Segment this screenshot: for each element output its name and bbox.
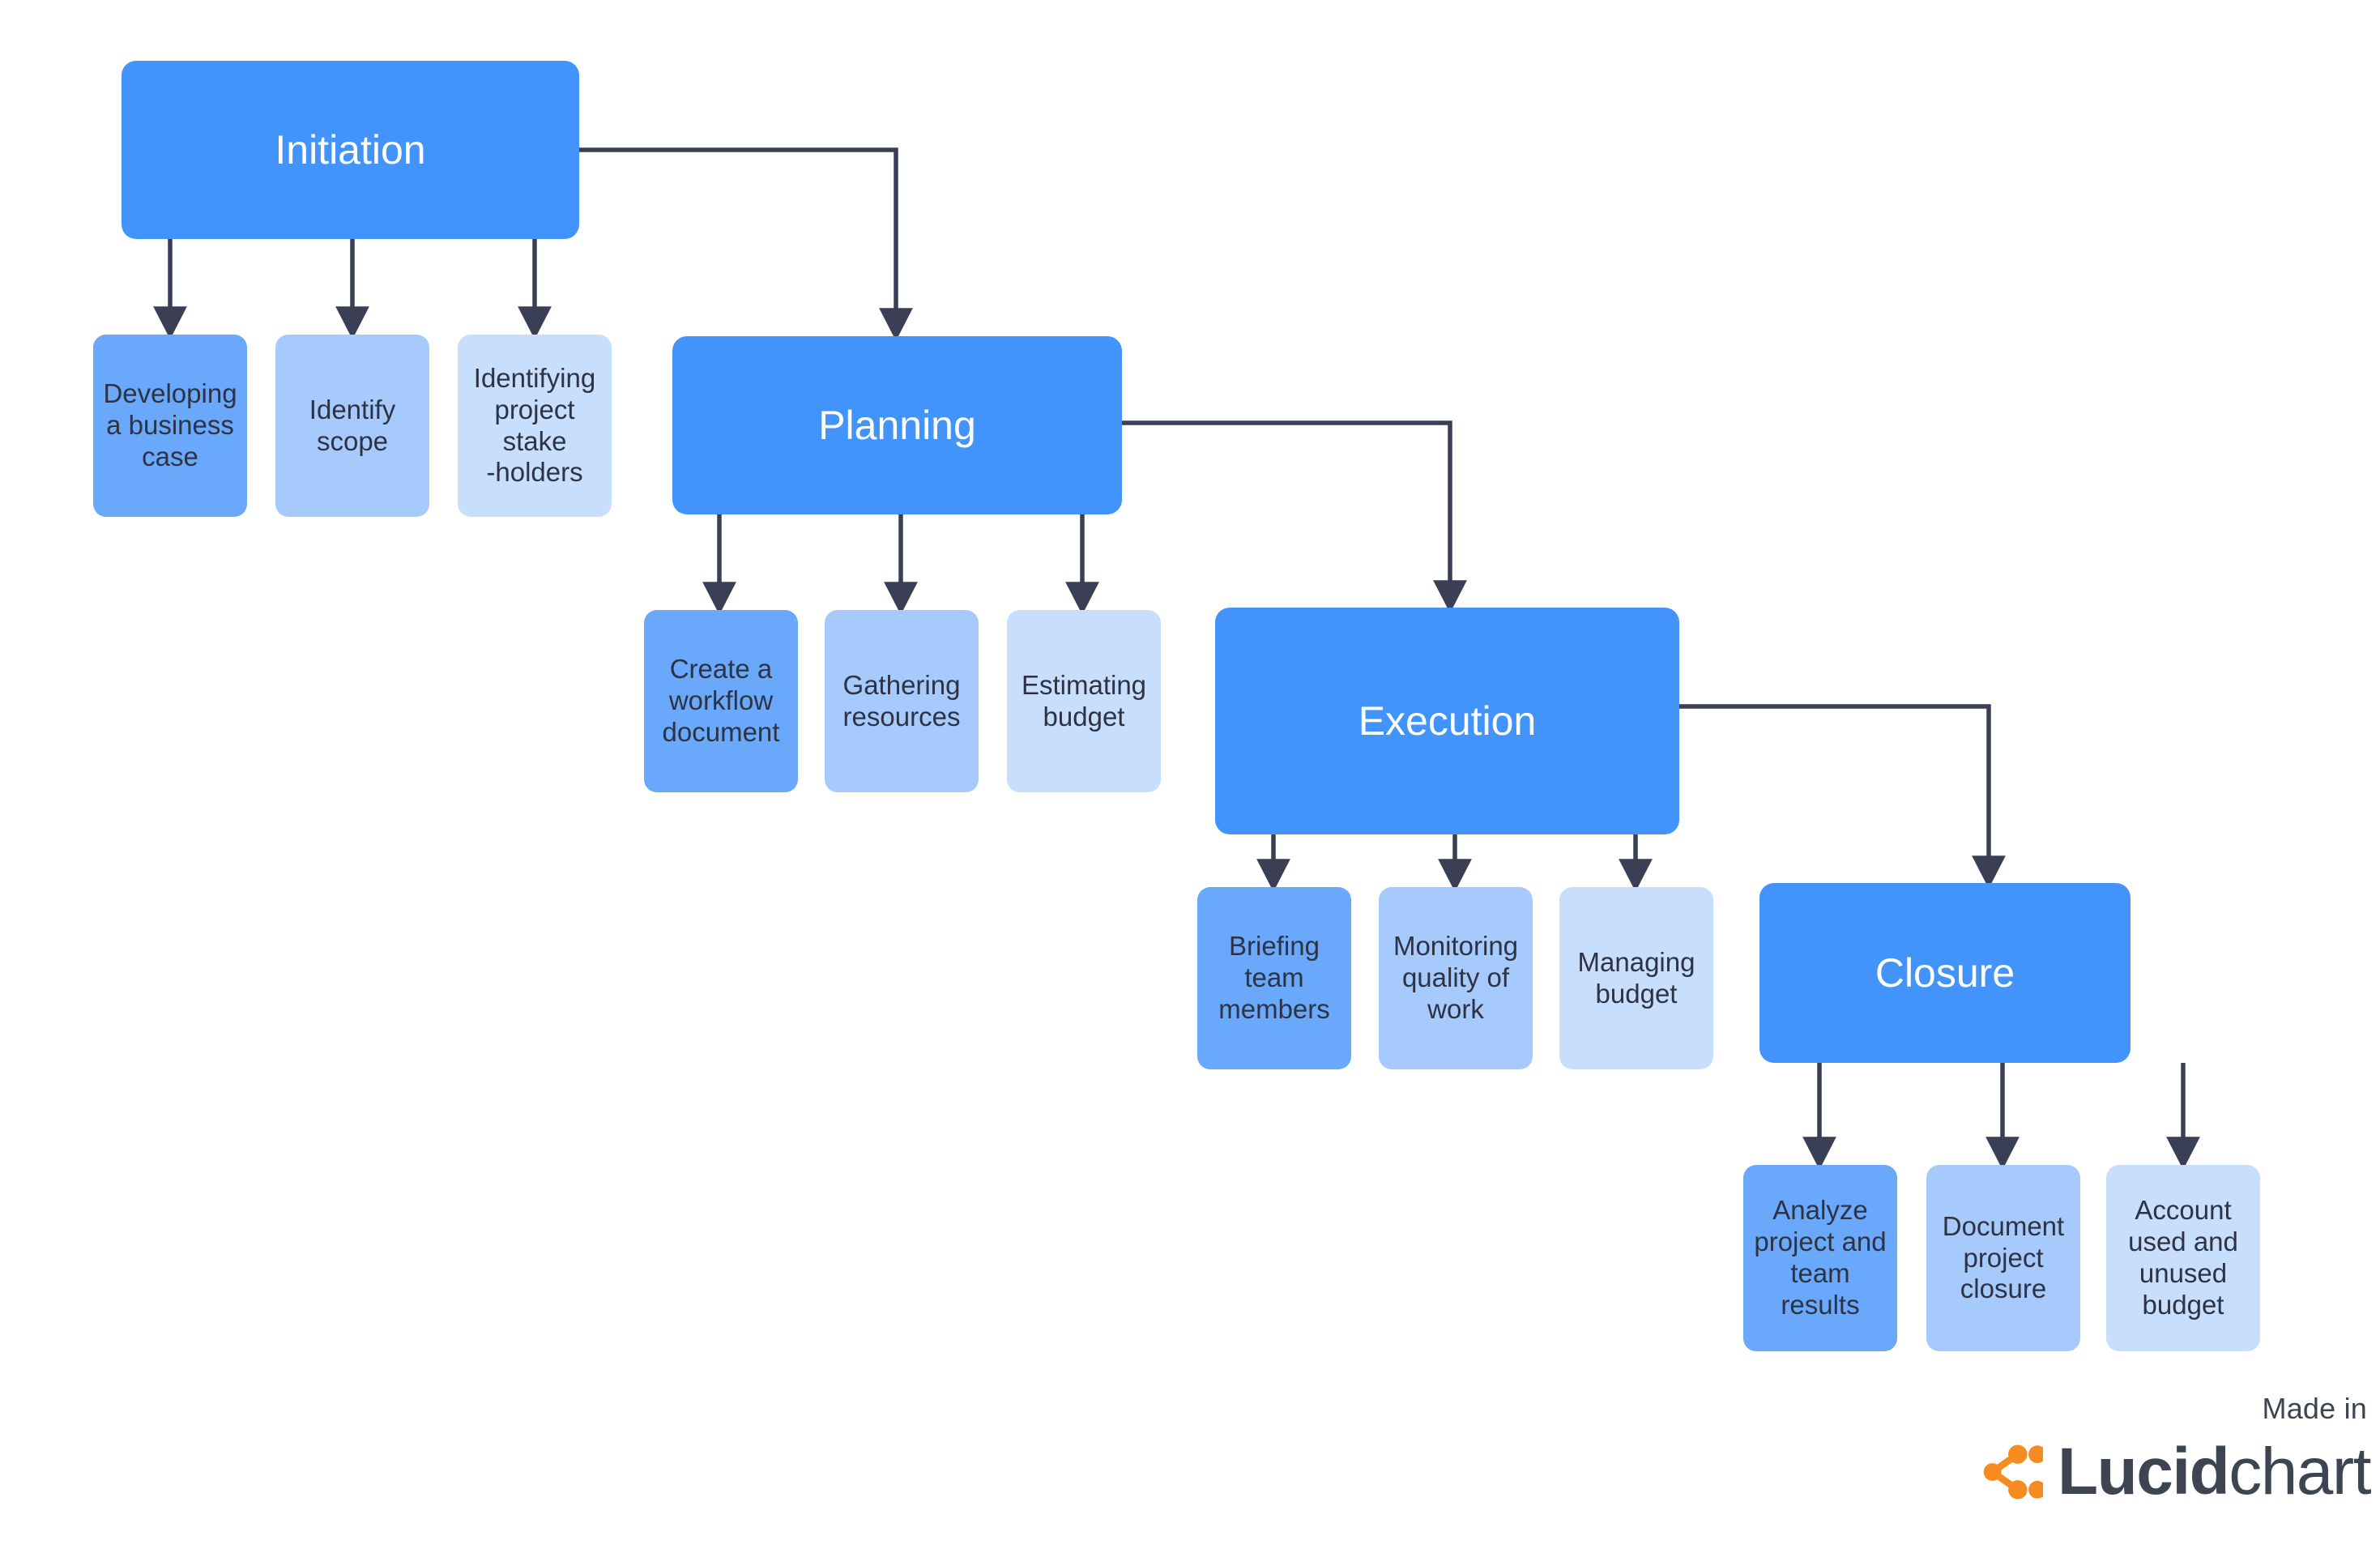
task-label: Monitoring quality of work bbox=[1393, 931, 1519, 1024]
edge-execution-to-closure bbox=[1679, 704, 2006, 889]
phase-node-execution[interactable]: Execution bbox=[1215, 608, 1679, 834]
task-node-gathering-resources[interactable]: Gathering resources bbox=[825, 610, 979, 792]
lucidchart-wordmark: Lucidchart bbox=[2058, 1434, 2371, 1510]
task-node-briefing-team-members[interactable]: Briefing team members bbox=[1197, 887, 1351, 1069]
task-label: Gathering resources bbox=[842, 669, 961, 732]
task-label: Developing a business case bbox=[103, 378, 237, 471]
task-node-identifying-project-stakeholders[interactable]: Identifying project stake -holders bbox=[458, 335, 612, 517]
task-label: Managing budget bbox=[1577, 946, 1695, 1009]
lucidchart-credit: Made in Lucidchart bbox=[1968, 1392, 2374, 1538]
phase-label: Planning bbox=[818, 402, 976, 448]
task-node-create-a-workflow-document[interactable]: Create a workflow document bbox=[644, 610, 798, 792]
lucid-node-graph-icon bbox=[1983, 1444, 2044, 1500]
edge-initiation-to-planning bbox=[579, 147, 913, 341]
edge-planning-to-execution bbox=[1122, 420, 1467, 613]
task-label: Create a workflow document bbox=[662, 654, 780, 747]
task-node-identify-scope[interactable]: Identify scope bbox=[275, 335, 429, 517]
task-label: Briefing team members bbox=[1218, 931, 1330, 1024]
task-node-estimating-budget[interactable]: Estimating budget bbox=[1007, 610, 1161, 792]
lucidchart-logo: Lucidchart bbox=[1980, 1434, 2371, 1510]
phase-label: Closure bbox=[1875, 949, 2015, 996]
task-label: Document project closure bbox=[1942, 1210, 2065, 1304]
task-label: Account used and unused budget bbox=[2128, 1195, 2238, 1320]
task-node-monitoring-quality-of-work[interactable]: Monitoring quality of work bbox=[1379, 887, 1533, 1069]
phase-node-planning[interactable]: Planning bbox=[672, 336, 1122, 514]
task-label: Estimating budget bbox=[1021, 669, 1147, 732]
phase-node-closure[interactable]: Closure bbox=[1759, 883, 2130, 1063]
task-label: Identifying project stake -holders bbox=[473, 362, 596, 488]
task-node-analyze-project-and-team-results[interactable]: Analyze project and team results bbox=[1743, 1165, 1897, 1351]
task-label: Identify scope bbox=[309, 394, 396, 456]
task-node-managing-budget[interactable]: Managing budget bbox=[1559, 887, 1713, 1069]
phase-label: Initiation bbox=[275, 126, 426, 173]
made-in-label: Made in bbox=[2262, 1392, 2367, 1425]
flowchart-canvas: Initiation Planning Execution Closure De… bbox=[0, 0, 2380, 1553]
task-node-account-used-and-unused-budget[interactable]: Account used and unused budget bbox=[2106, 1165, 2260, 1351]
task-label: Analyze project and team results bbox=[1754, 1195, 1887, 1320]
phase-node-initiation[interactable]: Initiation bbox=[122, 61, 579, 239]
task-node-document-project-closure[interactable]: Document project closure bbox=[1926, 1165, 2080, 1351]
phase-label: Execution bbox=[1358, 698, 1537, 744]
wordmark-lucid: Lucid bbox=[2058, 1435, 2230, 1508]
task-node-developing-a-business-case[interactable]: Developing a business case bbox=[93, 335, 247, 517]
wordmark-chart: chart bbox=[2229, 1435, 2371, 1508]
